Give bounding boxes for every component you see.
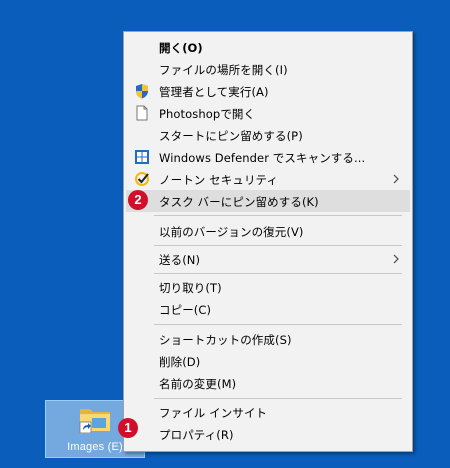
- menu-item-label: Windows Defender でスキャンする...: [159, 151, 366, 165]
- menu-item-label: ファイルの場所を開く(I): [159, 63, 288, 77]
- menu-item-windows-defender-scan[interactable]: Windows Defender でスキャンする...: [126, 146, 410, 168]
- menu-item-copy[interactable]: コピー(C): [126, 298, 410, 320]
- menu-item-pin-to-start[interactable]: スタートにピン留めする(P): [126, 124, 410, 146]
- norton-check-icon: [135, 172, 149, 186]
- menu-separator: [154, 215, 402, 216]
- menu-item-cut[interactable]: 切り取り(T): [126, 276, 410, 298]
- folder-icon: [79, 409, 110, 433]
- menu-item-run-as-admin[interactable]: 管理者として実行(A): [126, 80, 410, 102]
- menu-item-properties[interactable]: プロパティ(R): [126, 423, 410, 445]
- menu-item-open-with-photoshop[interactable]: Photoshopで開く: [126, 102, 410, 124]
- menu-item-restore-previous-versions[interactable]: 以前のバージョンの復元(V): [126, 220, 410, 242]
- menu-separator: [154, 245, 402, 246]
- step-2-badge: 2: [128, 190, 148, 210]
- menu-item-label: ショートカットの作成(S): [159, 333, 292, 347]
- menu-item-label: Photoshopで開く: [159, 107, 256, 121]
- menu-item-label: 送る(N): [159, 253, 201, 267]
- step-1-badge: 1: [118, 418, 138, 438]
- menu-item-label: ノートン セキュリティ: [159, 173, 279, 187]
- menu-item-label: 名前の変更(M): [159, 377, 237, 391]
- menu-item-label: タスク バーにピン留めする(K): [159, 195, 319, 209]
- context-menu: 開く(O) ファイルの場所を開く(I) 管理者として実行(A) Photosho…: [123, 31, 413, 452]
- menu-item-send-to[interactable]: 送る(N): [126, 248, 410, 270]
- menu-separator: [154, 273, 402, 274]
- windows-defender-icon: [135, 150, 149, 164]
- menu-item-open[interactable]: 開く(O): [126, 36, 410, 58]
- menu-item-open-file-location[interactable]: ファイルの場所を開く(I): [126, 58, 410, 80]
- menu-separator: [154, 324, 402, 325]
- menu-item-pin-to-taskbar[interactable]: タスク バーにピン留めする(K): [126, 190, 410, 212]
- menu-item-norton-security[interactable]: ノートン セキュリティ: [126, 168, 410, 190]
- menu-item-delete[interactable]: 削除(D): [126, 350, 410, 372]
- blank-document-icon: [136, 105, 148, 121]
- chevron-right-icon: [393, 174, 399, 184]
- desktop: Images (E) 開く(O) ファイルの場所を開く(I) 管理者として実行(…: [0, 0, 450, 468]
- menu-item-label: 削除(D): [159, 355, 201, 369]
- menu-item-label: 開く(O): [159, 41, 203, 55]
- menu-item-rename[interactable]: 名前の変更(M): [126, 372, 410, 394]
- chevron-right-icon: [393, 254, 399, 264]
- menu-item-label: プロパティ(R): [159, 428, 234, 442]
- menu-item-label: 切り取り(T): [159, 281, 222, 295]
- menu-item-label: スタートにピン留めする(P): [159, 129, 303, 143]
- menu-item-label: コピー(C): [159, 303, 212, 317]
- menu-item-file-insight[interactable]: ファイル インサイト: [126, 401, 410, 423]
- menu-item-label: 以前のバージョンの復元(V): [159, 225, 304, 239]
- menu-item-label: 管理者として実行(A): [159, 85, 269, 99]
- uac-shield-icon: [136, 84, 148, 99]
- menu-item-label: ファイル インサイト: [159, 406, 268, 420]
- menu-item-create-shortcut[interactable]: ショートカットの作成(S): [126, 328, 410, 350]
- menu-separator: [154, 398, 402, 399]
